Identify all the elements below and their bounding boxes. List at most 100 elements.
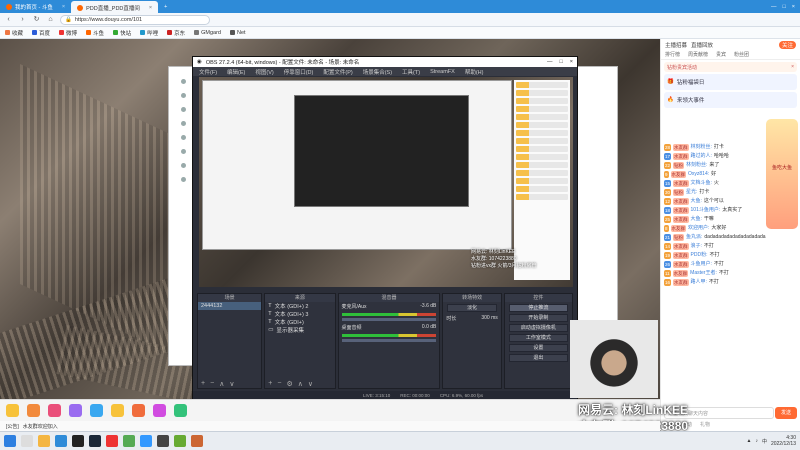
remove-icon[interactable]: − xyxy=(277,380,281,387)
recruit-link[interactable]: 主播招募 xyxy=(665,41,687,49)
source-item[interactable]: T 文本 (GDI+) 2 xyxy=(265,302,334,310)
username[interactable]: Oxyz814: xyxy=(688,171,709,178)
bookmark-item[interactable]: Net xyxy=(229,30,246,36)
home-icon[interactable]: ⌂ xyxy=(46,15,55,24)
address-bar[interactable]: 🔒 https://www.douyu.com/101 xyxy=(60,14,210,25)
studio-mode-button[interactable]: 工作室模式 xyxy=(508,334,568,342)
close-icon[interactable]: × xyxy=(570,59,573,65)
bookmark-item[interactable]: 京东 xyxy=(167,29,185,37)
bookmark-item[interactable]: 收藏 xyxy=(5,29,23,37)
up-icon[interactable]: ∧ xyxy=(298,380,303,388)
gift-icon[interactable] xyxy=(174,404,187,417)
minimize-icon[interactable]: — xyxy=(547,59,553,65)
close-icon[interactable]: × xyxy=(149,5,152,11)
add-icon[interactable]: + xyxy=(268,380,272,387)
menu-file[interactable]: 文件(F) xyxy=(199,68,217,76)
source-item[interactable]: T 文本 (GDI+) 3 xyxy=(265,310,334,318)
browser-icon[interactable] xyxy=(55,435,67,447)
username[interactable]: 大鱼: xyxy=(691,198,702,205)
refresh-icon[interactable]: ↻ xyxy=(32,15,41,24)
tab-fans[interactable]: 粉丝团 xyxy=(734,51,749,58)
ime-indicator[interactable]: 中 xyxy=(762,438,767,445)
remove-icon[interactable]: − xyxy=(210,380,214,387)
gift-icon[interactable] xyxy=(6,404,19,417)
maximize-icon[interactable]: □ xyxy=(559,59,562,65)
username[interactable]: 欢迎用户: xyxy=(688,225,709,232)
add-icon[interactable]: + xyxy=(201,380,205,387)
up-icon[interactable]: ∧ xyxy=(219,380,224,388)
username[interactable]: 浪子: xyxy=(691,243,702,250)
source-item[interactable]: ▭ 显示器采集 xyxy=(265,326,334,334)
gift-icon[interactable] xyxy=(48,404,61,417)
tab-home[interactable]: 我的首页 - 斗鱼 × xyxy=(0,0,71,13)
gear-icon[interactable]: ⚙ xyxy=(286,380,292,388)
sidebar-dot[interactable] xyxy=(180,79,186,84)
start-recording-button[interactable]: 开始录制 xyxy=(508,314,568,322)
down-icon[interactable]: ∨ xyxy=(229,380,234,388)
steam-icon[interactable] xyxy=(89,435,101,447)
file-explorer-icon[interactable] xyxy=(38,435,50,447)
virtual-camera-button[interactable]: 启动虚拟摄像机 xyxy=(508,324,568,332)
volume-icon[interactable]: ♪ xyxy=(755,438,758,444)
username[interactable]: 文档斗鱼: xyxy=(691,180,712,187)
netease-music-icon[interactable] xyxy=(106,435,118,447)
username[interactable]: 路人甲: xyxy=(691,279,707,286)
menu-help[interactable]: 帮助(H) xyxy=(465,68,484,76)
bookmark-item[interactable]: 百度 xyxy=(32,29,50,37)
back-icon[interactable]: ‹ xyxy=(4,15,13,24)
menu-edit[interactable]: 编辑(E) xyxy=(227,68,245,76)
exit-button[interactable]: 退出 xyxy=(508,354,568,362)
maximize-icon[interactable]: □ xyxy=(782,4,785,10)
chat-promo[interactable]: 🔥 来领大事件 xyxy=(664,92,797,108)
username[interactable]: 星光: xyxy=(686,189,697,196)
gift-icon[interactable] xyxy=(27,404,40,417)
sidebar-dot[interactable] xyxy=(180,135,186,140)
sidebar-dot[interactable] xyxy=(180,93,186,98)
bookmark-item[interactable]: 哔哩 xyxy=(140,29,158,37)
menu-streamfx[interactable]: StreamFX xyxy=(430,69,455,75)
duration-input[interactable]: 300 ms xyxy=(481,315,497,322)
search-icon[interactable] xyxy=(21,435,33,447)
username[interactable]: 101斗鱼用户: xyxy=(691,207,721,214)
tab-vip[interactable]: 贵宾 xyxy=(716,51,726,58)
menu-docks[interactable]: 停靠窗口(D) xyxy=(284,68,314,76)
clock[interactable]: 4:30 2022/12/13 xyxy=(771,435,796,447)
username[interactable]: PDD粉: xyxy=(691,252,708,259)
down-icon[interactable]: ∨ xyxy=(308,380,313,388)
volume-slider[interactable] xyxy=(341,339,437,342)
close-icon[interactable]: × xyxy=(62,4,65,10)
bookmark-item[interactable]: 微博 xyxy=(59,29,77,37)
gift-icon[interactable] xyxy=(132,404,145,417)
bookmark-item[interactable]: GMgard xyxy=(194,30,221,36)
menu-tools[interactable]: 工具(T) xyxy=(402,68,420,76)
subscribe-button[interactable]: 关注 xyxy=(778,40,796,49)
bookmark-item[interactable]: 快站 xyxy=(113,29,131,37)
tab-weekly[interactable]: 周贡献榜 xyxy=(688,51,708,58)
username[interactable]: 林刻粉丝: xyxy=(686,162,707,169)
app-icon[interactable] xyxy=(191,435,203,447)
wechat-icon[interactable] xyxy=(123,435,135,447)
transition-select[interactable]: 淡化 xyxy=(447,304,497,312)
close-icon[interactable]: × xyxy=(791,64,794,70)
app-icon[interactable] xyxy=(174,435,186,447)
bookmark-item[interactable]: 斗鱼 xyxy=(86,29,104,37)
sidebar-dot[interactable] xyxy=(180,149,186,154)
close-window-icon[interactable]: × xyxy=(792,4,795,10)
qq-icon[interactable] xyxy=(140,435,152,447)
settings-button[interactable]: 设置 xyxy=(508,344,568,352)
sidebar-dot[interactable] xyxy=(180,121,186,126)
username[interactable]: Master王者: xyxy=(690,270,717,277)
send-button[interactable]: 发送 xyxy=(775,407,797,419)
menu-scene-collection[interactable]: 场景集合(S) xyxy=(363,68,392,76)
obs-icon[interactable] xyxy=(72,435,84,447)
sidebar-dot[interactable] xyxy=(180,163,186,168)
username[interactable]: 大鱼: xyxy=(691,216,702,223)
gift-icon[interactable] xyxy=(111,404,124,417)
minimize-icon[interactable]: — xyxy=(771,4,777,10)
username[interactable]: 林刻粉丝: xyxy=(691,144,712,151)
replay-link[interactable]: 直播回放 xyxy=(691,41,713,49)
gift-icon[interactable] xyxy=(153,404,166,417)
source-item[interactable]: T 文本 (GDI+) xyxy=(265,318,334,326)
username[interactable]: 鱼丸派: xyxy=(686,234,702,241)
chat-notice[interactable]: 钻粉贵宾活动 × xyxy=(664,62,797,72)
